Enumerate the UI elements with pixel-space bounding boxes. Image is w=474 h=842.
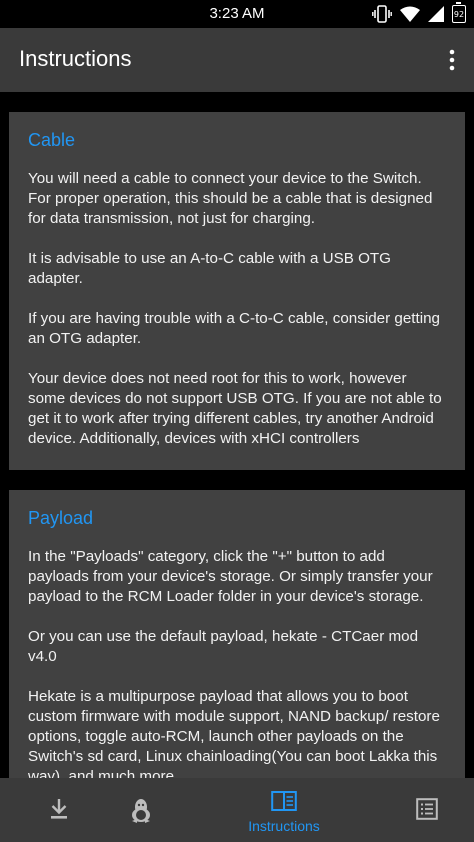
linux-penguin-icon bbox=[132, 799, 150, 823]
battery-level: 92 bbox=[453, 9, 465, 19]
battery-icon: 92 bbox=[452, 2, 466, 23]
card-paragraph: It is advisable to use an A-to-C cable w… bbox=[28, 250, 391, 287]
nav-label-instructions: Instructions bbox=[248, 818, 320, 834]
vibrate-icon bbox=[372, 5, 392, 23]
card-title: Cable bbox=[28, 130, 76, 150]
bottom-navigation: Instructions bbox=[0, 778, 474, 842]
status-icons: 92 bbox=[372, 2, 466, 24]
cable-card: Cable You will need a cable to connect y… bbox=[9, 112, 465, 470]
download-icon bbox=[51, 799, 67, 819]
list-icon bbox=[416, 798, 438, 820]
card-paragraph: Hekate is a multipurpose payload that al… bbox=[28, 688, 440, 778]
card-title: Payload bbox=[28, 508, 94, 528]
card-paragraph: If you are having trouble with a C-to-C … bbox=[28, 310, 440, 347]
card-paragraph: In the "Payloads" category, click the "+… bbox=[28, 548, 433, 605]
card-paragraph: Or you can use the default payload, heka… bbox=[28, 628, 419, 665]
app-bar: Instructions bbox=[0, 28, 474, 92]
card-paragraph: Your device does not need root for this … bbox=[28, 370, 442, 447]
instructions-content[interactable]: Cable You will need a cable to connect y… bbox=[0, 92, 474, 778]
page-title: Instructions bbox=[19, 46, 132, 71]
nav-item-instructions[interactable]: Instructions bbox=[225, 778, 343, 842]
book-icon bbox=[271, 791, 297, 811]
wifi-icon bbox=[400, 6, 420, 22]
nav-item-payloads[interactable] bbox=[82, 778, 200, 842]
card-paragraph: You will need a cable to connect your de… bbox=[28, 170, 433, 227]
payload-card: Payload In the "Payloads" category, clic… bbox=[9, 490, 465, 778]
overflow-menu-button[interactable] bbox=[444, 48, 460, 72]
status-bar: 3:23 AM 92 bbox=[0, 0, 474, 28]
cell-signal-icon bbox=[428, 6, 444, 22]
more-vert-icon bbox=[449, 49, 455, 71]
nav-item-logs[interactable] bbox=[368, 778, 474, 842]
